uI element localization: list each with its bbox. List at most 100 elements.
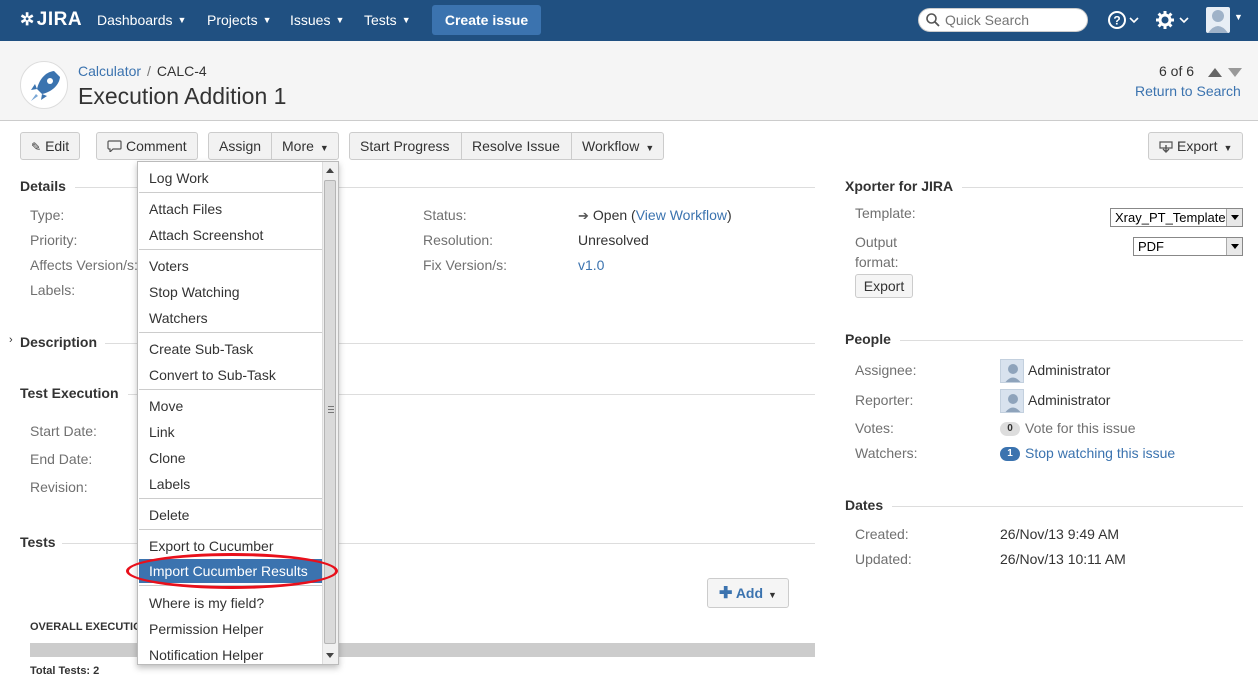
export-button[interactable]: Export ▼ xyxy=(1148,132,1243,160)
assignee-value[interactable]: Administrator xyxy=(1028,362,1110,378)
output-format-select[interactable]: PDF xyxy=(1133,237,1243,256)
menu-separator xyxy=(139,585,322,586)
output-format-select-value: PDF xyxy=(1138,239,1164,254)
menu-item-import-cucumber-results[interactable]: Import Cucumber Results xyxy=(139,559,322,583)
svg-text:?: ? xyxy=(1113,14,1120,28)
create-issue-button[interactable]: Create issue xyxy=(432,5,541,35)
chevron-down-icon xyxy=(1226,238,1242,255)
scroll-up-icon[interactable] xyxy=(326,168,334,173)
breadcrumb-issue-key[interactable]: CALC-4 xyxy=(157,63,207,79)
chevron-right-icon[interactable]: › xyxy=(9,334,13,346)
gear-icon[interactable] xyxy=(1155,9,1189,36)
export-button-label: Export xyxy=(1177,138,1218,154)
menu-item-link[interactable]: Link xyxy=(139,420,322,444)
project-avatar[interactable] xyxy=(20,61,68,109)
menu-item-where-is-my-field[interactable]: Where is my field? xyxy=(139,591,322,615)
menu-item-watchers[interactable]: Watchers xyxy=(139,306,322,330)
affects-version-label: Affects Version/s: xyxy=(30,257,138,273)
menu-separator xyxy=(139,192,322,193)
breadcrumb: Calculator / CALC-4 xyxy=(78,63,207,79)
menu-item-export-to-cucumber[interactable]: Export to Cucumber xyxy=(139,534,322,558)
add-tests-label: Add xyxy=(735,585,764,601)
menu-item-delete[interactable]: Delete xyxy=(139,503,322,527)
chevron-down-icon: ▼ xyxy=(262,15,272,25)
more-button[interactable]: More ▼ xyxy=(271,132,339,160)
export-icon xyxy=(1159,141,1173,153)
people-heading[interactable]: People xyxy=(845,331,891,347)
template-select-value: Xray_PT_Template xyxy=(1115,210,1226,225)
add-tests-button[interactable]: ✚ Add ▼ xyxy=(707,578,789,608)
menu-item-notification-helper[interactable]: Notification Helper xyxy=(139,643,322,664)
dates-heading[interactable]: Dates xyxy=(845,497,883,513)
xporter-heading[interactable]: Xporter for JIRA xyxy=(845,178,953,194)
menu-item-permission-helper[interactable]: Permission Helper xyxy=(139,617,322,641)
previous-issue-icon[interactable] xyxy=(1208,68,1222,77)
watchers-label: Watchers: xyxy=(855,445,918,461)
assign-button[interactable]: Assign xyxy=(208,132,272,160)
votes-label: Votes: xyxy=(855,420,894,436)
created-label: Created: xyxy=(855,526,909,542)
watchers-count-badge: 1 xyxy=(1000,447,1020,461)
scroll-down-icon[interactable] xyxy=(326,653,334,658)
menu-item-convert-to-sub-task[interactable]: Convert to Sub-Task xyxy=(139,363,322,387)
edit-button[interactable]: ✎ Edit xyxy=(20,132,81,160)
chevron-down-icon: ▼ xyxy=(401,15,411,25)
nav-tests[interactable]: Tests ▼ xyxy=(364,12,411,28)
breadcrumb-project-link[interactable]: Calculator xyxy=(78,63,141,79)
template-label: Template: xyxy=(855,205,916,221)
start-progress-button[interactable]: Start Progress xyxy=(349,132,462,160)
chevron-down-icon: ▼ xyxy=(177,15,187,25)
fix-version-label: Fix Version/s: xyxy=(423,257,508,273)
menu-item-create-sub-task[interactable]: Create Sub-Task xyxy=(139,337,322,361)
chevron-down-icon[interactable]: ▼ xyxy=(1234,12,1243,22)
menu-item-log-work[interactable]: Log Work xyxy=(139,166,322,190)
reporter-value[interactable]: Administrator xyxy=(1028,392,1110,408)
quick-search[interactable] xyxy=(918,8,1088,32)
nav-issues[interactable]: Issues ▼ xyxy=(290,12,344,28)
status-label: Status: xyxy=(423,207,467,223)
issue-pager-count: 6 of 6 xyxy=(1159,63,1195,79)
dropdown-scroll-thumb[interactable] xyxy=(324,180,336,644)
assignee-avatar xyxy=(1000,359,1024,383)
next-issue-icon[interactable] xyxy=(1228,68,1242,77)
xporter-divider xyxy=(962,187,1243,188)
scroll-grip-icon xyxy=(328,406,334,407)
view-workflow-link[interactable]: View Workflow xyxy=(636,207,727,223)
user-avatar[interactable] xyxy=(1206,7,1230,33)
resolution-label: Resolution: xyxy=(423,232,494,248)
quick-search-input[interactable] xyxy=(943,11,1083,29)
resolve-issue-button[interactable]: Resolve Issue xyxy=(461,132,572,160)
jira-logo[interactable]: ✲ JIRA xyxy=(20,9,82,31)
more-button-label: More xyxy=(282,138,314,154)
comment-button-label: Comment xyxy=(126,138,187,154)
workflow-button[interactable]: Workflow ▼ xyxy=(571,132,664,160)
nav-dashboards[interactable]: Dashboards ▼ xyxy=(97,12,186,28)
menu-item-move[interactable]: Move xyxy=(139,394,322,418)
menu-item-attach-files[interactable]: Attach Files xyxy=(139,197,322,221)
people-divider xyxy=(900,340,1243,341)
menu-item-stop-watching[interactable]: Stop Watching xyxy=(139,280,322,304)
stop-watching-link[interactable]: Stop watching this issue xyxy=(1025,445,1175,461)
edit-button-label: Edit xyxy=(45,138,70,154)
menu-item-labels[interactable]: Labels xyxy=(139,472,322,496)
fix-version-link[interactable]: v1.0 xyxy=(578,257,604,273)
nav-projects[interactable]: Projects ▼ xyxy=(207,12,272,28)
menu-item-voters[interactable]: Voters xyxy=(139,254,322,278)
help-icon[interactable]: ? xyxy=(1107,9,1139,36)
return-to-search-link[interactable]: Return to Search xyxy=(1135,83,1241,99)
rocket-icon xyxy=(31,71,60,101)
details-heading[interactable]: Details xyxy=(20,178,66,194)
start-date-label: Start Date: xyxy=(30,423,97,439)
template-select[interactable]: Xray_PT_Template xyxy=(1110,208,1243,227)
overall-execution-label: OVERALL EXECUTIO xyxy=(30,621,142,633)
breadcrumb-separator: / xyxy=(147,63,151,79)
xporter-export-button[interactable]: Export xyxy=(855,274,913,298)
tests-heading[interactable]: Tests xyxy=(20,534,56,550)
comment-button[interactable]: Comment xyxy=(96,132,198,160)
test-execution-heading[interactable]: Test Execution xyxy=(20,385,119,401)
vote-for-issue-link[interactable]: Vote for this issue xyxy=(1025,420,1136,436)
menu-item-attach-screenshot[interactable]: Attach Screenshot xyxy=(139,223,322,247)
menu-item-clone[interactable]: Clone xyxy=(139,446,322,470)
nav-issues-label: Issues xyxy=(290,12,331,28)
description-heading[interactable]: Description xyxy=(20,334,97,350)
